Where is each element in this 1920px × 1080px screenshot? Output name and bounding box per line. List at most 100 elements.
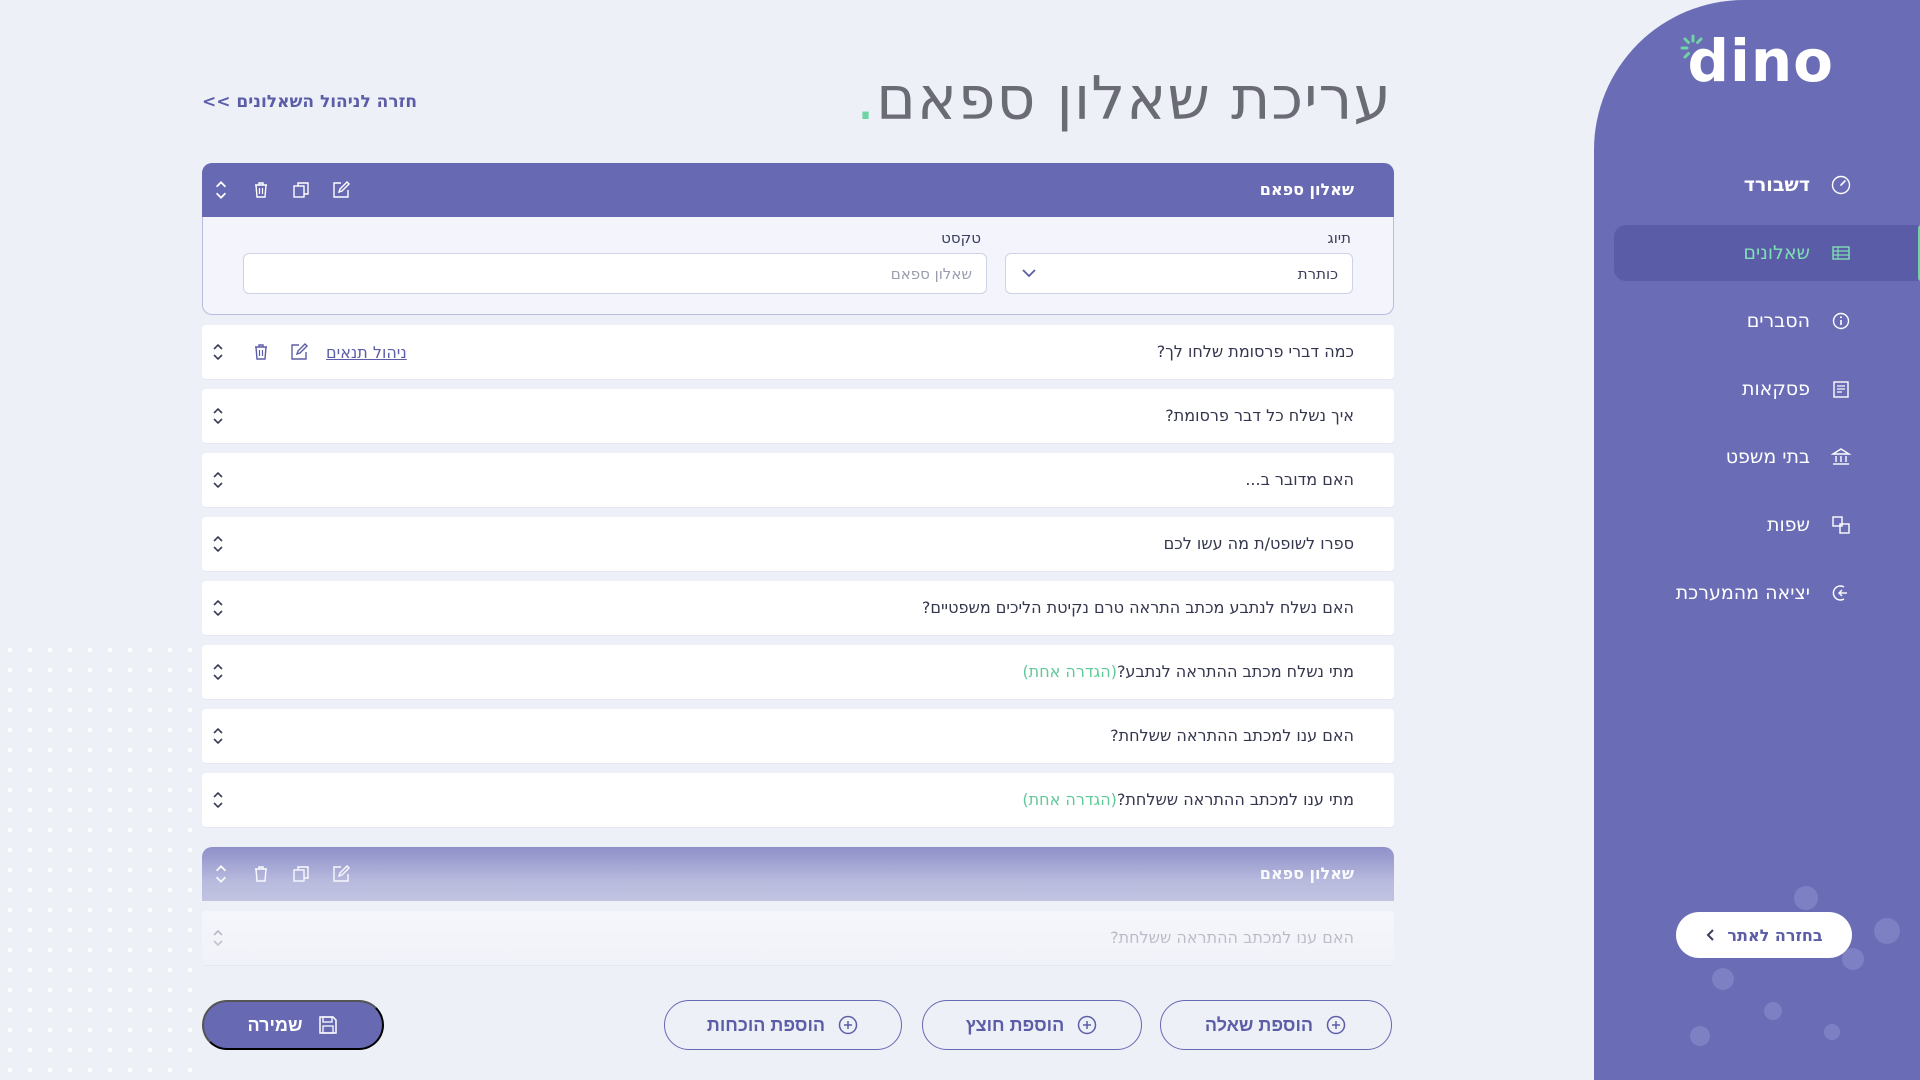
edit-icon[interactable] [288,341,310,363]
logo-burst-icon [1680,34,1703,59]
type-select[interactable]: כותרת [1005,253,1353,294]
section-header: שאלון ספאם [202,847,1394,901]
floppy-disk-icon [318,1016,337,1034]
type-label: תיוג [1327,229,1351,247]
save-button[interactable]: שמירה [202,1000,384,1050]
add-exhibit-button[interactable]: הוספת חוצץ [922,1000,1142,1050]
section-settings: תיוג טקסט כותרת שאלון ספאם [202,217,1394,315]
section-title: שאלון ספאם [1259,180,1354,199]
question-row[interactable]: מתי נשלח מכתב ההתראה לנתבע?(הגדרה אחת) [202,645,1394,699]
sidebar-item-questionnaires[interactable]: שאלונים [1614,225,1920,281]
bottom-action-bar: שמירה הוספת שאלה הוספת חוצץ הוספת הוכחות [202,1000,1394,1050]
sort-handle-icon[interactable] [210,662,226,682]
logout-icon [1832,585,1847,601]
question-text: האם ענו למכתב ההתראה ששלחת? [1110,928,1354,947]
trash-icon[interactable] [250,179,272,201]
sort-handle-icon[interactable] [210,863,232,885]
sort-handle-icon[interactable] [210,406,226,426]
page-title: עריכת שאלון ספאם. [856,64,1392,134]
back-to-site-label: בחזרה לאתר [1727,925,1823,945]
manage-conditions-link[interactable]: ניהול תנאים [326,343,407,362]
question-text-label: מתי ענו למכתב ההתראה ששלחת? [1116,790,1354,809]
back-to-site-button[interactable]: בחזרה לאתר [1676,912,1852,958]
sort-handle-icon[interactable] [210,928,226,948]
section-text-input[interactable]: שאלון ספאם [243,253,987,294]
question-text: איך נשלח כל דבר פרסומת? [1165,406,1354,425]
sort-handle-icon[interactable] [210,726,226,746]
section-header: שאלון ספאם [202,163,1394,217]
add-exhibit-label: הוספת חוצץ [965,1014,1065,1035]
document-paragraphs-icon [1833,381,1849,398]
question-row[interactable]: ספרו לשופט/ת מה עשו לכם [202,517,1394,571]
dashboard-gauge-icon [1831,175,1851,195]
question-row[interactable]: האם מדובר ב... [202,453,1394,507]
save-label: שמירה [247,1014,303,1035]
question-row[interactable]: מתי ענו למכתב ההתראה ששלחת?(הגדרה אחת) [202,773,1394,827]
question-text: האם נשלח לנתבע מכתב התראה טרם נקיטת הליכ… [921,598,1354,617]
title-dot: . [856,64,877,134]
sidebar-item-label: שפות [1767,514,1810,536]
sidebar-item-languages[interactable]: שפות [1610,497,1920,553]
question-row[interactable]: איך נשלח כל דבר פרסומת? [202,389,1394,443]
question-text-label: מתי נשלח מכתב ההתראה לנתבע? [1116,662,1354,681]
duplicate-icon[interactable] [290,863,312,885]
sidebar-item-label: פסקאות [1741,378,1810,400]
section-actions [210,163,352,217]
edit-icon[interactable] [330,179,352,201]
trash-icon[interactable] [250,863,272,885]
sort-handle-icon[interactable] [210,598,226,618]
dino-logo[interactable]: dino [1680,27,1834,95]
add-question-button[interactable]: הוספת שאלה [1160,1000,1392,1050]
plus-circle-icon [1078,1015,1097,1035]
sidebar-item-dashboard[interactable]: דשבורד [1610,157,1920,213]
duplicate-icon[interactable] [290,179,312,201]
single-definition-tag: (הגדרה אחת) [1022,662,1117,681]
add-evidence-button[interactable]: הוספת הוכחות [664,1000,902,1050]
sidebar-nav: דשבורד שאלונים הסברים פסקאות בתי משפט שפ… [1610,157,1920,633]
page-title-text: עריכת שאלון ספאם [876,64,1392,134]
edit-icon[interactable] [330,863,352,885]
dot-pattern-decoration [0,640,200,1080]
sort-handle-icon[interactable] [210,534,226,554]
single-definition-tag: (הגדרה אחת) [1022,790,1117,809]
sidebar-item-label: יציאה מהמערכת [1675,582,1810,604]
question-text: מתי נשלח מכתב ההתראה לנתבע?(הגדרה אחת) [992,662,1354,681]
sidebar-item-logout[interactable]: יציאה מהמערכת [1610,565,1920,621]
question-row[interactable]: האם נשלח לנתבע מכתב התראה טרם נקיטת הליכ… [202,581,1394,635]
question-text: האם ענו למכתב ההתראה ששלחת? [1110,726,1354,745]
sort-handle-icon[interactable] [210,179,232,201]
section-text-placeholder: שאלון ספאם [890,264,972,283]
question-row[interactable]: האם ענו למכתב ההתראה ששלחת? [202,911,1394,965]
sort-handle-icon[interactable] [210,470,226,490]
chevron-left-icon [1706,929,1715,941]
questionnaire-editor: שאלון ספאם תיוג טקסט כותרת שאלון ספאם כמ… [202,163,1394,965]
plus-circle-icon [1326,1015,1346,1035]
logo-text: dino [1687,27,1834,95]
translate-icon [1832,516,1850,534]
question-text: ספרו לשופט/ת מה עשו לכם [1163,534,1354,553]
question-text: מתי ענו למכתב ההתראה ששלחת?(הגדרה אחת) [992,790,1354,809]
sidebar-item-explanations[interactable]: הסברים [1610,293,1920,349]
trash-icon[interactable] [250,341,272,363]
question-text: כמה דברי פרסומת שלחו לך? [1156,342,1354,361]
sort-handle-icon[interactable] [210,342,226,362]
question-row[interactable]: האם ענו למכתב ההתראה ששלחת? [202,709,1394,763]
back-to-questionnaires-link[interactable]: חזרה לניהול השאלונים >> [202,92,417,112]
question-row[interactable]: כמה דברי פרסומת שלחו לך? ניהול תנאים [202,325,1394,379]
section-actions [210,847,352,901]
sidebar-item-label: שאלונים [1743,242,1810,264]
sidebar-item-label: בתי משפט [1725,446,1810,468]
sidebar-item-paragraphs[interactable]: פסקאות [1610,361,1920,417]
table-list-icon [1832,246,1850,260]
courthouse-icon [1830,448,1852,465]
text-label: טקסט [941,229,981,247]
question-text: האם מדובר ב... [1245,470,1354,489]
section-title: שאלון ספאם [1259,864,1354,883]
sidebar: dino דשבורד שאלונים הסברים פסקאות בתי מש… [1594,0,1920,1080]
sidebar-item-label: דשבורד [1743,174,1810,196]
sidebar-item-courts[interactable]: בתי משפט [1610,429,1920,485]
sort-handle-icon[interactable] [210,790,226,810]
type-select-value: כותרת [1297,264,1338,283]
add-question-label: הוספת שאלה [1204,1014,1314,1035]
chevron-down-icon [1022,269,1036,278]
